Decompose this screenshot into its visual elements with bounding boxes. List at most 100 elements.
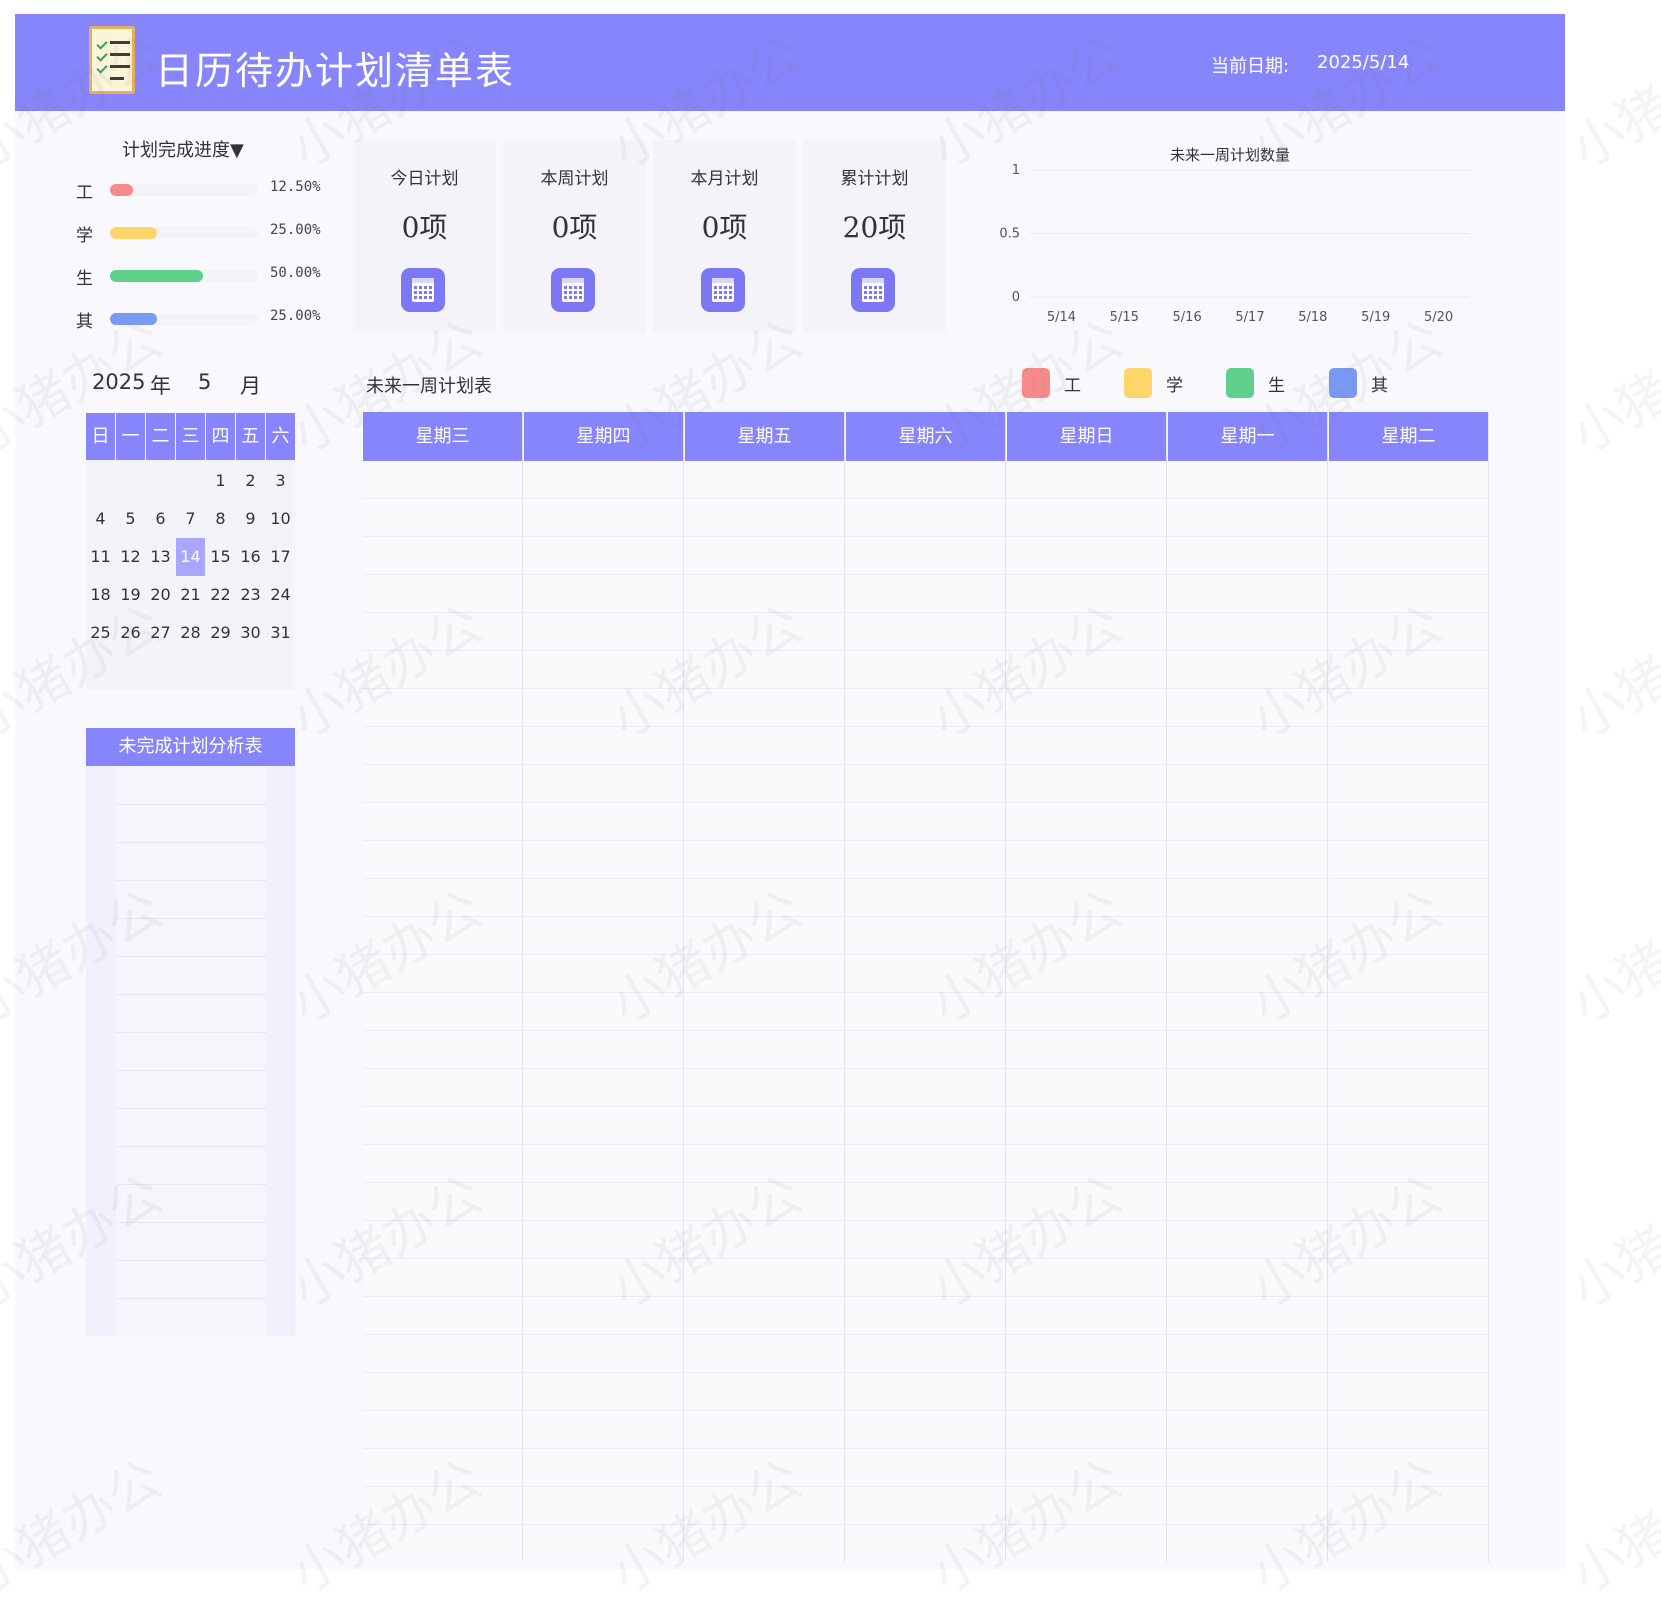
watermark: 小猪办公 (1561, 594, 1661, 751)
calendar-day[interactable]: 20 (146, 576, 175, 614)
progress-title-dropdown[interactable]: 计划完成进度▼ (122, 136, 244, 162)
calendar-day[interactable]: 12 (116, 538, 145, 576)
progress-fill (110, 227, 157, 239)
progress-track (110, 184, 258, 196)
progress-category: 学 (76, 226, 93, 246)
calendar-day[interactable]: 15 (206, 538, 235, 576)
legend-item: 学 (1124, 368, 1204, 398)
progress-track (110, 227, 258, 239)
progress-category: 生 (76, 269, 93, 289)
x-tick-label: 5/16 (1173, 310, 1202, 325)
calendar-icon[interactable] (551, 268, 595, 312)
calendar-day[interactable]: 30 (236, 614, 265, 652)
calendar-day[interactable]: 16 (236, 538, 265, 576)
stat-label: 累计计划 (840, 169, 909, 189)
week-day-header: 星期三 (363, 412, 522, 461)
page-title: 日历待办计划清单表 (155, 49, 516, 93)
calendar-icon[interactable] (701, 268, 745, 312)
watermark: 小猪办公 (1561, 1164, 1661, 1321)
calendar-month[interactable]: 5 (198, 370, 211, 394)
calendar-day[interactable]: 23 (236, 576, 265, 614)
x-tick-label: 5/14 (1047, 310, 1076, 325)
legend-swatch (1124, 368, 1152, 398)
calendar-day[interactable]: 11 (86, 538, 115, 576)
week-day-header: 星期二 (1329, 412, 1488, 461)
calendar-day[interactable]: 17 (266, 538, 295, 576)
x-tick-label: 5/20 (1424, 310, 1453, 325)
calendar-day[interactable]: 3 (266, 462, 295, 500)
calendar-day[interactable]: 24 (266, 576, 295, 614)
calendar-day[interactable]: 2 (236, 462, 265, 500)
calendar-day[interactable]: 31 (266, 614, 295, 652)
calendar-day[interactable]: 10 (266, 500, 295, 538)
calendar-day[interactable]: 26 (116, 614, 145, 652)
stat-card: 本月计划 0项 (653, 140, 796, 332)
week-day-header: 星期六 (846, 412, 1005, 461)
calendar-icon[interactable] (401, 268, 445, 312)
week-day-header: 星期五 (685, 412, 844, 461)
legend-item: 生 (1226, 368, 1306, 398)
chart-svg: 1 0.5 0 5/14 5/15 5/16 5/17 5/18 5/19 5/20 (999, 163, 1470, 325)
calendar-month-suffix: 月 (240, 374, 261, 398)
week-plan-title: 未来一周计划表 (366, 376, 492, 397)
week-day-column: 星期三 (363, 412, 523, 1562)
calendar-icon[interactable] (851, 268, 895, 312)
current-date-label: 当前日期: (1211, 56, 1290, 77)
x-tick-label: 5/19 (1361, 310, 1390, 325)
calendar-day[interactable]: 7 (176, 500, 205, 538)
progress-fill (110, 184, 134, 196)
progress-percent: 12.50% (270, 179, 321, 195)
calendar-day[interactable]: 4 (86, 500, 115, 538)
legend-swatch (1329, 368, 1357, 398)
calendar-day[interactable]: 29 (206, 614, 235, 652)
calendar-day[interactable]: 8 (206, 500, 235, 538)
calendar-day[interactable]: 6 (146, 500, 175, 538)
calendar-day[interactable]: 21 (176, 576, 205, 614)
stat-label: 本周计划 (540, 169, 609, 189)
week-day-column: 星期一 (1168, 412, 1328, 1562)
calendar-day[interactable]: 25 (86, 614, 115, 652)
watermark: 小猪办公 (1561, 879, 1661, 1036)
calendar-day[interactable]: 9 (236, 500, 265, 538)
x-tick-label: 5/15 (1110, 310, 1139, 325)
calendar-day[interactable]: 18 (86, 576, 115, 614)
watermark: 小猪办公 (1561, 1449, 1661, 1606)
stat-label: 本月计划 (690, 169, 759, 189)
calendar-day[interactable]: 14 (176, 538, 205, 576)
legend-swatch (1226, 368, 1254, 398)
calendar-year-suffix: 年 (150, 374, 171, 398)
week-day-column: 星期五 (685, 412, 845, 1562)
week-day-column: 星期四 (524, 412, 684, 1562)
calendar-day[interactable]: 1 (206, 462, 235, 500)
calendar-day[interactable]: 13 (146, 538, 175, 576)
legend-swatch (1022, 368, 1050, 398)
calendar-day[interactable]: 19 (116, 576, 145, 614)
progress-track (110, 313, 258, 325)
stat-value: 0项 (701, 211, 748, 244)
week-day-column: 星期日 (1007, 412, 1167, 1562)
progress-fill (110, 270, 204, 282)
progress-percent: 50.00% (270, 265, 321, 281)
week-day-column: 星期六 (846, 412, 1006, 1562)
weekday-header: 五 (236, 413, 265, 460)
weekday-header: 四 (206, 413, 235, 460)
calendar-year[interactable]: 2025 (92, 370, 145, 394)
progress-category: 其 (76, 312, 93, 332)
calendar-day[interactable]: 27 (146, 614, 175, 652)
week-day-header: 星期四 (524, 412, 683, 461)
legend-label: 学 (1166, 376, 1183, 396)
progress-row: 学 25.00% (76, 221, 336, 246)
progress-row: 生 50.00% (76, 264, 336, 289)
calendar-day[interactable]: 28 (176, 614, 205, 652)
week-day-column: 星期二 (1329, 412, 1489, 1562)
checklist-icon (89, 26, 135, 94)
calendar-day[interactable]: 22 (206, 576, 235, 614)
legend-label: 其 (1371, 376, 1388, 396)
y-tick-label: 1 (1012, 163, 1020, 178)
calendar-day[interactable]: 5 (116, 500, 145, 538)
legend-label: 生 (1268, 376, 1285, 396)
week-day-header: 星期一 (1168, 412, 1327, 461)
legend-item: 工 (1022, 368, 1102, 398)
progress-fill (110, 313, 157, 325)
stat-value: 0项 (401, 211, 448, 244)
